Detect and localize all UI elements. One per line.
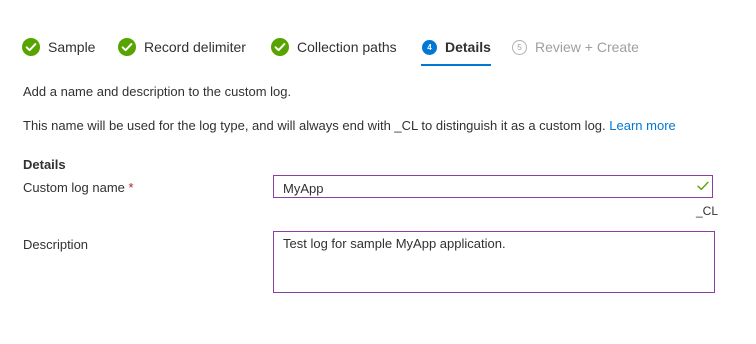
step-number-icon: 4 (422, 40, 437, 55)
description-label: Description (23, 237, 89, 252)
details-heading: Details (23, 157, 66, 172)
custom-log-name-label: Custom log name * (23, 180, 134, 195)
check-circle-icon (271, 38, 289, 56)
wizard-steps: Sample Record delimiter Collection paths… (22, 38, 742, 68)
custom-log-name-input[interactable] (273, 175, 713, 198)
step-label: Details (445, 39, 491, 55)
step-label: Sample (48, 39, 96, 55)
field-label: Custom log name (23, 180, 125, 195)
step-label: Record delimiter (144, 39, 246, 55)
required-marker: * (128, 180, 134, 195)
check-circle-icon (22, 38, 40, 56)
name-suffix: _CL (696, 204, 719, 218)
checkmark-icon (697, 181, 709, 191)
active-step-underline (421, 64, 491, 66)
intro-text: Add a name and description to the custom… (23, 84, 292, 99)
step-review-create: 5 Review + Create (512, 38, 639, 68)
info-text: This name will be used for the log type,… (23, 118, 676, 133)
step-collection-paths[interactable]: Collection paths (271, 38, 397, 68)
description-input[interactable]: Test log for sample MyApp application. (273, 231, 715, 293)
step-label: Collection paths (297, 39, 397, 55)
check-circle-icon (118, 38, 136, 56)
learn-more-link[interactable]: Learn more (609, 118, 675, 133)
step-sample[interactable]: Sample (22, 38, 95, 68)
step-details[interactable]: 4 Details (421, 38, 491, 68)
info-message: This name will be used for the log type,… (23, 118, 606, 133)
step-record-delimiter[interactable]: Record delimiter (118, 38, 246, 68)
step-number-icon: 5 (512, 40, 527, 55)
step-label: Review + Create (535, 39, 639, 55)
